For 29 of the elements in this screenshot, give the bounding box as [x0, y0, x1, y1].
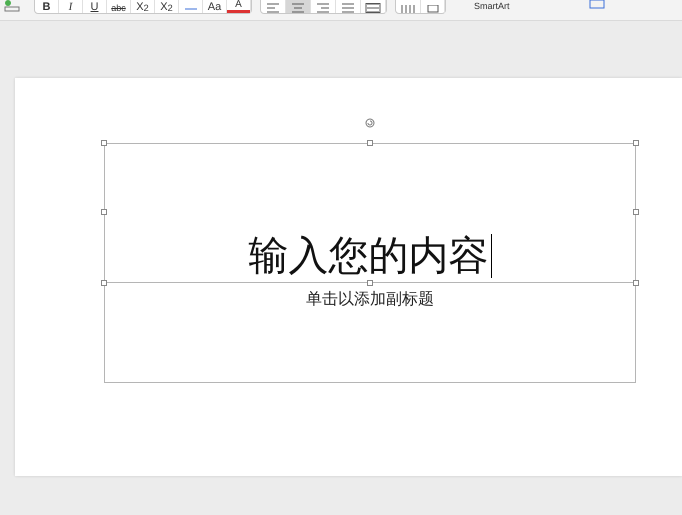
align-button[interactable] [286, 0, 311, 13]
resize-handle[interactable] [633, 140, 639, 146]
resize-handle[interactable] [367, 280, 373, 286]
subtitle-placeholder: 单击以添加副标题 [306, 289, 434, 309]
title-text: 输入您的内容 [248, 234, 492, 278]
smartart-label[interactable]: SmartArt [474, 1, 510, 11]
resize-handle[interactable] [633, 209, 639, 215]
font-color-button[interactable]: A [227, 0, 251, 13]
resize-handle[interactable] [101, 280, 107, 286]
resize-handle[interactable] [101, 140, 107, 146]
format-button[interactable]: B [35, 0, 59, 13]
format-button[interactable]: abc [107, 0, 131, 13]
align-icon [315, 3, 331, 13]
align-icon [340, 3, 356, 13]
align-icon [265, 3, 281, 13]
format-button[interactable]: I [59, 0, 83, 13]
box-icon [426, 5, 438, 13]
resize-handle[interactable] [367, 140, 373, 146]
align-icon [365, 3, 381, 13]
align-icon [290, 3, 306, 13]
title-textbox[interactable]: 输入您的内容 [104, 143, 636, 283]
columns-icon [400, 5, 416, 13]
format-button[interactable]: U [83, 0, 107, 13]
subtitle-textbox[interactable]: 单击以添加副标题 [104, 283, 636, 383]
text-size-button[interactable]: Aa [203, 0, 227, 13]
resize-handle[interactable] [101, 209, 107, 215]
rotate-handle-icon[interactable] [365, 118, 375, 128]
resize-handle[interactable] [633, 280, 639, 286]
picture-icon[interactable] [588, 0, 606, 10]
